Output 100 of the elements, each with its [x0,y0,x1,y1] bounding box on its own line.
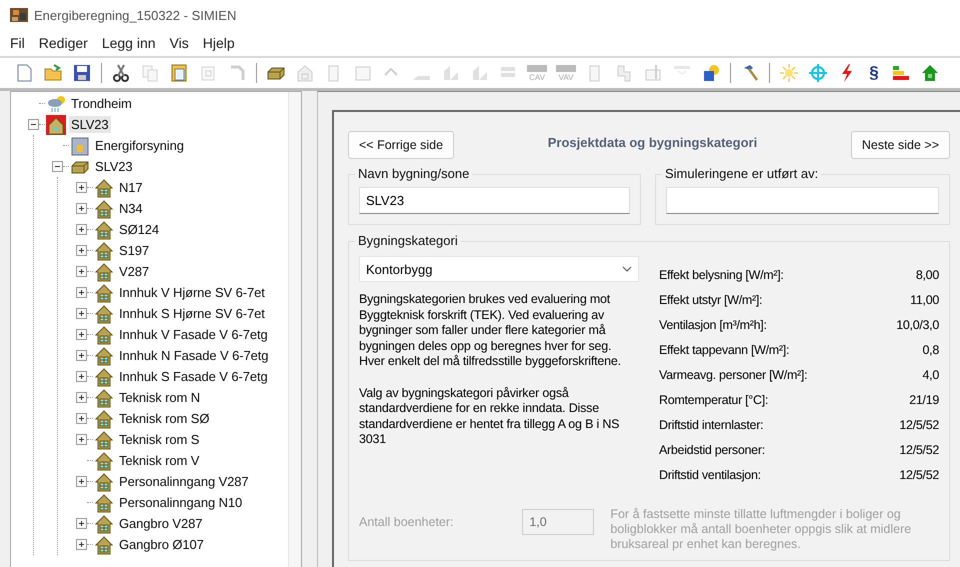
property-label: Effekt tappevann [W/m²]: [659,342,790,356]
tree-item[interactable]: V287 [117,263,151,280]
expand-toggle[interactable] [76,392,86,403]
save-icon[interactable] [72,63,92,83]
property-label: Effekt belysning [W/m²]: [659,268,784,282]
house-icon [94,472,114,492]
expand-toggle[interactable] [76,434,86,445]
solar-icon[interactable] [701,63,721,83]
tree-item[interactable]: Gangbro V287 [117,515,204,532]
property-value: 4,0 [922,368,939,382]
next-page-button[interactable]: Neste side >> [850,131,950,159]
tree-item[interactable]: Teknisk rom SØ [117,410,212,427]
house-icon [94,178,114,198]
folder-icon[interactable] [43,63,63,83]
expand-toggle[interactable] [76,413,86,424]
property-label: Driftstid internlaster: [659,418,764,432]
scrollbar[interactable] [288,92,301,567]
expand-toggle[interactable] [76,266,86,277]
expand-toggle[interactable] [76,518,86,529]
expand-toggle[interactable] [76,203,86,214]
expand-toggle[interactable] [76,182,86,193]
app-icon [10,7,28,23]
house-icon [94,430,114,450]
tree-item[interactable]: Innhuk V Hjørne SV 6-7et [117,284,267,301]
collapse-toggle[interactable] [28,119,38,130]
clipboard-icon[interactable] [169,63,189,83]
menu-item[interactable]: Hjelp [202,35,235,51]
house-icon [46,114,66,134]
house-icon [94,366,114,386]
tree-item[interactable]: N17 [117,179,145,196]
expand-toggle[interactable] [76,287,86,298]
page-title: Prosjektdata og bygningskategori [548,134,758,150]
description-text: Valg av bygningskategori påvirker også standardverdiene for en rekke inndata. Disse standardverdiene er hentet fra tillegg A og B i NS 3031 [359,386,620,448]
window-title: Energiberegning_150322 - SIMIEN [34,8,236,22]
boiler-icon [70,136,90,156]
weather-icon [46,94,66,114]
property-label: Romtemperatur [°C]: [659,392,768,406]
property-value: 12/5/52 [899,418,939,432]
text-field[interactable]: SLV23 [359,187,630,214]
tree-item[interactable]: SØ124 [117,221,161,238]
tree-item[interactable]: S197 [117,242,151,259]
expand-toggle[interactable] [76,245,86,256]
tree-item[interactable]: N34 [117,200,145,217]
property-value: 11,00 [910,292,939,306]
menu-item[interactable]: Vis [170,35,189,51]
tree-item[interactable]: Teknisk rom N [117,389,202,406]
tree-item[interactable]: Innhuk N Fasade V 6-7etg [117,347,270,364]
property-label: Arbeidstid personer: [659,442,765,456]
menu-item[interactable]: Legg inn [102,35,156,51]
house-icon [94,304,114,324]
property-value: 10,0/3,0 [896,318,939,332]
tree-item[interactable]: Personalinngang N10 [117,494,244,511]
house-icon [94,324,114,344]
expand-toggle[interactable] [76,539,86,550]
previous-page-button[interactable]: << Forrige side [348,131,454,159]
tree-item[interactable]: Gangbro Ø107 [117,536,206,553]
section-button[interactable]: § [866,63,882,83]
house-icon [94,346,114,366]
hint-text: For å fastsette minste tillatte luftmengder i boliger og boligblokker må antall boenheter oppgis slik at midlere bruksareal pr enhet kan beregnes. [610,507,912,552]
house-icon[interactable] [920,63,940,83]
tree-item[interactable]: Innhuk V Fasade V 6-7etg [117,326,270,343]
group-label: Simuleringene er utført av: [662,166,822,181]
property-value: 8,00 [916,268,939,282]
house-icon [94,262,114,282]
tree-item[interactable]: Energiforsyning [93,137,186,154]
scissors-icon[interactable] [111,63,131,83]
tree-item[interactable]: Innhuk S Fasade V 6-7etg [117,368,270,385]
expand-toggle[interactable] [76,350,86,361]
house-icon [94,388,114,408]
property-value: 21/19 [909,392,939,406]
tree-item[interactable]: Teknisk rom S [117,431,202,448]
expand-toggle[interactable] [76,224,86,235]
expand-toggle[interactable] [76,476,86,487]
dropdown[interactable]: Kontorbygg [359,256,639,282]
group-label: Navn bygning/sone [355,166,472,181]
house-icon [94,534,114,554]
property-label: Driftstid ventilasjon: [659,468,761,482]
house-icon [94,450,114,470]
tree-item[interactable]: Trondheim [69,95,134,112]
tree-item[interactable]: SLV23 [93,158,135,175]
expand-toggle[interactable] [76,329,86,340]
house-icon [94,492,114,512]
energy-label-icon[interactable] [891,63,911,83]
menu-item[interactable]: Fil [10,35,25,51]
tree-item[interactable]: SLV23 [69,116,111,133]
house-icon [94,282,114,302]
house-icon [94,514,114,534]
tree-item[interactable]: Innhuk S Hjørne SV 6-7et [117,305,267,322]
text-field[interactable] [666,187,939,214]
tree-item[interactable]: Personalinngang V287 [117,473,251,490]
group-label: Bygningskategori [355,233,461,248]
expand-toggle[interactable] [76,308,86,319]
property-label: Effekt utstyr [W/m²]: [659,292,762,306]
tree-item[interactable]: Teknisk rom V [117,452,202,469]
collapse-toggle[interactable] [52,161,62,172]
chevron-icon [622,266,632,272]
menu-item[interactable]: Rediger [38,35,88,51]
property-value: 0,8 [922,342,939,356]
property-label: Ventilasjon [m³/m²h]: [659,318,767,332]
expand-toggle[interactable] [76,371,86,382]
